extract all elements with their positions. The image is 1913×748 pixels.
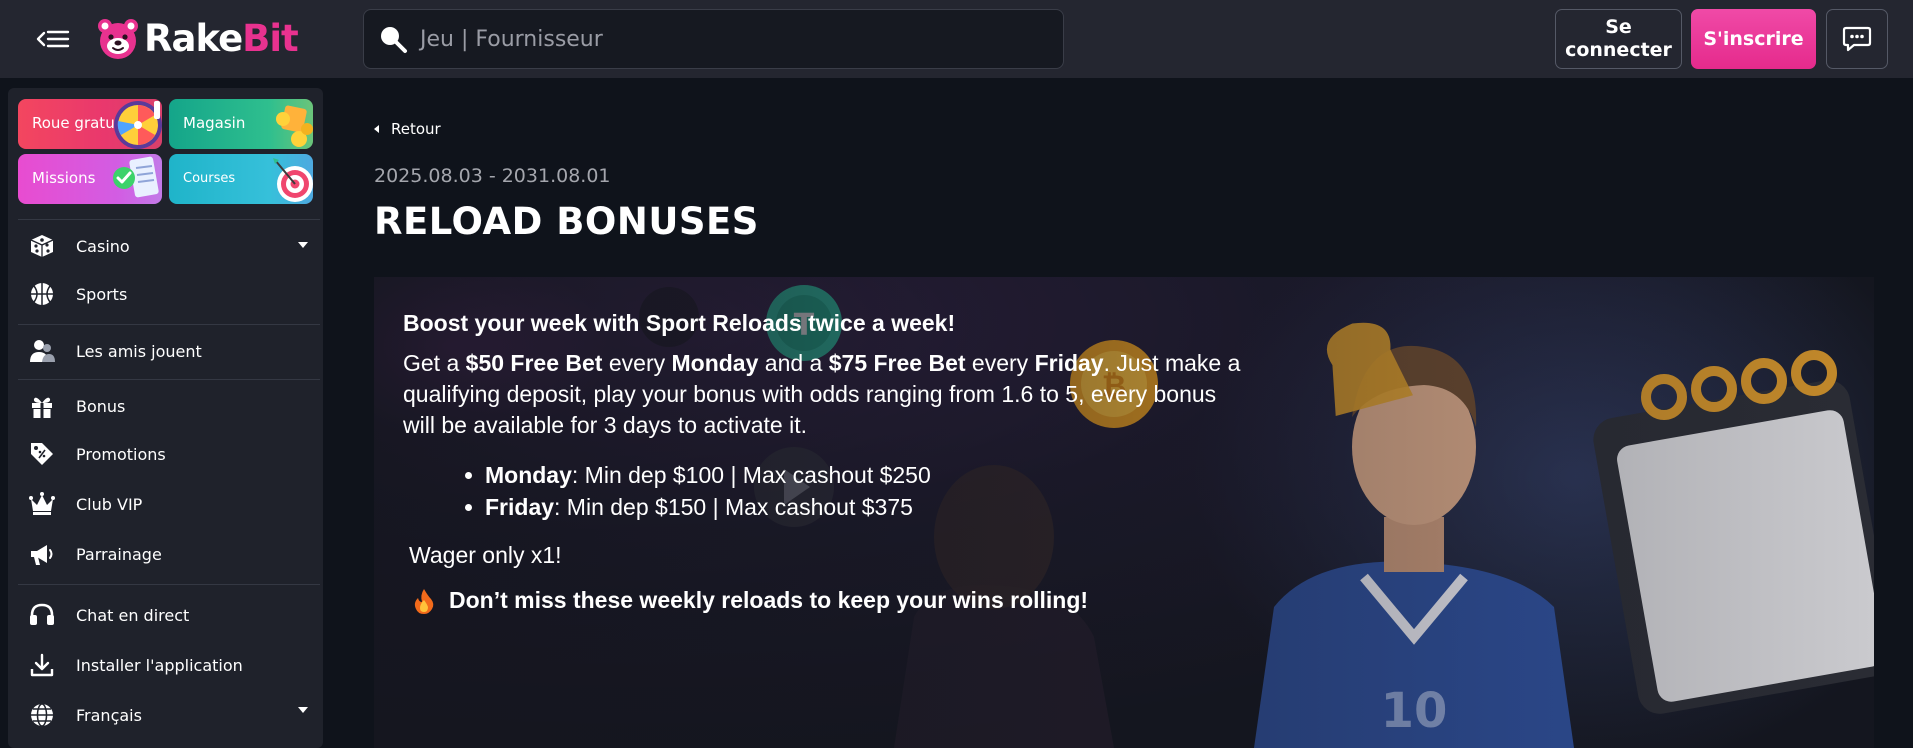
closing-text: Don’t miss these weekly reloads to keep … (449, 587, 1089, 613)
tile-races[interactable]: Courses (169, 154, 313, 204)
top-bar: RakeBit Jeu | Fournisseur Se connecter S… (0, 0, 1913, 78)
brand-wordmark: RakeBit (144, 17, 299, 60)
list-item: Friday: Min dep $150 | Max cashout $375 (465, 491, 1263, 523)
sidebar-item-label: Installer l'application (76, 655, 243, 675)
sidebar-item-sports[interactable]: Sports (28, 274, 318, 314)
signup-button[interactable]: S'inscrire (1691, 9, 1816, 69)
tile-label: Courses (183, 171, 236, 186)
sidebar-item-label: Bonus (76, 396, 126, 416)
condition-day: Monday (485, 462, 572, 488)
dice-icon (28, 232, 56, 260)
page-title: RELOAD BONUSES (374, 200, 759, 243)
crown-icon (28, 490, 56, 518)
sidebar-item-label: Parrainage (76, 544, 162, 564)
condition-detail: : Min dep $150 | Max cashout $375 (554, 494, 913, 520)
condition-detail: : Min dep $100 | Max cashout $250 (571, 462, 931, 488)
login-button[interactable]: Se connecter (1555, 9, 1682, 69)
promo-text-segment: every (965, 350, 1035, 376)
search-input[interactable]: Jeu | Fournisseur (363, 9, 1064, 69)
promo-headline: Boost your week with Sport Reloads twice… (403, 310, 956, 336)
back-label: Retour (391, 120, 441, 138)
promo-day-monday: Monday (671, 350, 759, 376)
tile-label: Magasin (183, 114, 246, 132)
main-content: Retour 2025.08.03 - 2031.08.01 RELOAD BO… (334, 78, 1913, 748)
search-icon (381, 27, 407, 53)
sidebar-item-casino[interactable]: Casino (28, 226, 318, 266)
promo-text-segment: and a (758, 350, 829, 376)
gift-icon (28, 392, 56, 420)
sidebar-item-label: Promotions (76, 444, 166, 464)
coins-icon (276, 105, 313, 147)
promo-text-segment: Get a (403, 350, 466, 376)
tile-shop[interactable]: Magasin (169, 99, 313, 149)
menu-collapse-icon[interactable] (36, 24, 70, 54)
sidebar-item-label: Casino (76, 236, 130, 256)
sidebar-item-friends-playing[interactable]: Les amis jouent (28, 331, 318, 371)
wheel-icon (114, 101, 162, 149)
headset-icon (28, 601, 56, 629)
basketball-icon (28, 280, 56, 308)
promo-free-bet-friday: $75 Free Bet (828, 350, 966, 376)
promo-tag-icon (28, 440, 56, 468)
sidebar-divider (18, 584, 320, 585)
sidebar-item-promotions[interactable]: Promotions (28, 434, 318, 474)
condition-day: Friday (485, 494, 555, 520)
wager-note: Wager only x1! (409, 542, 562, 568)
tile-free-wheel[interactable]: Roue gratuite (18, 99, 162, 149)
sidebar-item-live-chat[interactable]: Chat en direct (28, 595, 318, 635)
promo-free-bet-monday: $50 Free Bet (465, 350, 603, 376)
back-link[interactable]: Retour (374, 120, 441, 138)
target-icon (273, 158, 313, 202)
sidebar-item-club-vip[interactable]: Club VIP (28, 484, 318, 524)
sidebar-item-bonus[interactable]: Bonus (28, 386, 318, 426)
bear-logo-icon (98, 19, 138, 59)
sidebar-item-label: Club VIP (76, 494, 143, 514)
list-item: Monday: Min dep $100 | Max cashout $250 (465, 459, 1263, 491)
promo-text-segment: every (602, 350, 672, 376)
sidebar-item-language[interactable]: Français (28, 695, 318, 735)
promo-closing: Don’t miss these weekly reloads to keep … (413, 585, 1263, 616)
sidebar: Roue gratuite Magasin Missions Courses C… (8, 88, 323, 748)
sidebar-divider (18, 379, 320, 380)
promo-conditions-list: Monday: Min dep $100 | Max cashout $250 … (465, 459, 1263, 523)
download-icon (28, 651, 56, 679)
sidebar-divider (18, 219, 320, 220)
megaphone-icon (28, 540, 56, 568)
brand-logo[interactable]: RakeBit (96, 17, 299, 61)
globe-icon (28, 701, 56, 729)
promo-body: Get a $50 Free Bet every Monday and a $7… (403, 348, 1243, 441)
chevron-down-icon (298, 707, 308, 713)
tile-label: Missions (32, 169, 96, 187)
sidebar-item-install-app[interactable]: Installer l'application (28, 645, 318, 685)
promotion-description: Boost your week with Sport Reloads twice… (403, 307, 1263, 616)
back-arrow-icon (374, 125, 379, 133)
sidebar-item-label: Les amis jouent (76, 341, 202, 361)
friends-icon (28, 337, 56, 365)
chat-icon (1842, 26, 1872, 52)
sidebar-item-label: Chat en direct (76, 605, 190, 625)
chat-button[interactable] (1826, 9, 1888, 69)
promotion-dates: 2025.08.03 - 2031.08.01 (374, 165, 611, 187)
fire-icon (414, 588, 434, 614)
tile-missions[interactable]: Missions (18, 154, 162, 204)
promo-day-friday: Friday (1034, 350, 1104, 376)
search-placeholder: Jeu | Fournisseur (420, 26, 603, 52)
chevron-down-icon (298, 242, 308, 248)
sidebar-item-label: Sports (76, 284, 128, 304)
sidebar-item-referral[interactable]: Parrainage (28, 534, 318, 574)
sidebar-item-label: Français (76, 705, 142, 725)
sidebar-divider (18, 324, 320, 325)
promotion-banner: T ₿ 10 B (374, 277, 1874, 748)
checklist-icon (113, 156, 159, 198)
